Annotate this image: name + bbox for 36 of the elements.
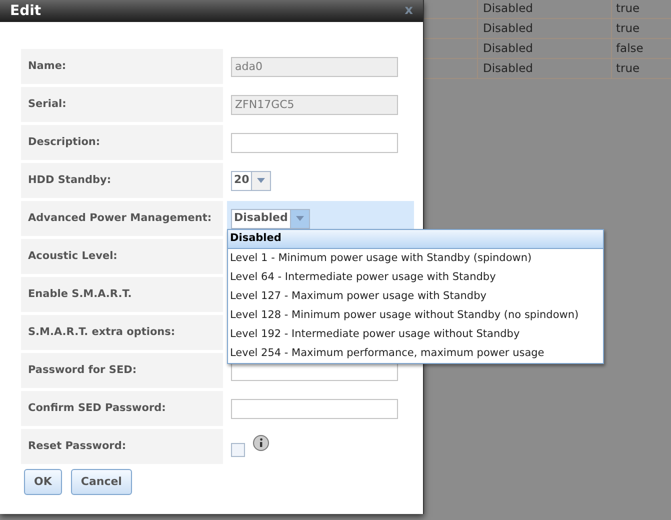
field-label: HDD Standby: — [21, 163, 223, 198]
field-label: Enable S.M.A.R.T. — [21, 277, 223, 312]
field-label: Description: — [21, 125, 223, 160]
field-label: Reset Password: — [21, 429, 223, 464]
dropdown-option[interactable]: Disabled — [228, 230, 603, 249]
table-cell: Disabled — [478, 59, 612, 78]
table-cell-text: false — [615, 40, 644, 57]
field-label: Name: — [21, 49, 223, 84]
dropdown-option[interactable]: Level 192 - Intermediate power usage without Standby — [228, 325, 603, 344]
input-field[interactable] — [231, 398, 398, 418]
info-icon[interactable] — [253, 434, 269, 450]
caret-icon — [252, 172, 270, 190]
ok-button[interactable]: OK — [24, 469, 62, 495]
cancel-button[interactable]: Cancel — [70, 469, 132, 495]
field-label: Serial: — [21, 87, 223, 122]
dropdown-option[interactable]: Level 128 - Minimum power usage without Standby (no spindown) — [228, 306, 603, 325]
field-label: S.M.A.R.T. extra options: — [21, 315, 223, 350]
field-label: Advanced Power Management: — [21, 201, 223, 236]
input-field[interactable] — [231, 132, 398, 152]
field-label: Acoustic Level: — [21, 239, 223, 274]
field-label: Password for SED: — [21, 353, 223, 388]
table-cell: Disabled — [478, 39, 612, 58]
dropdown-option[interactable]: Level 64 - Intermediate power usage with Standby — [228, 268, 603, 287]
dropdown-option[interactable]: Level 254 - Maximum performance, maximum power usage — [228, 344, 603, 363]
dropdown-option[interactable]: Level 1 - Minimum power usage with Standby (spindown) — [228, 249, 603, 268]
select-field[interactable]: Disabled — [231, 208, 310, 228]
field-label: Confirm SED Password: — [21, 391, 223, 426]
dropdown-option[interactable]: Level 127 - Maximum power usage with Standby — [228, 287, 603, 306]
window-title: Edit — [10, 2, 42, 20]
table-cell: Disabled — [478, 19, 612, 38]
table-cell-text: true — [615, 60, 641, 77]
select-field[interactable]: 20 — [231, 170, 272, 190]
checkbox[interactable] — [231, 442, 245, 456]
table-cell: Disabled — [478, 0, 612, 18]
table-cell-text: true — [615, 20, 641, 37]
table-cell-text: true — [615, 0, 641, 17]
